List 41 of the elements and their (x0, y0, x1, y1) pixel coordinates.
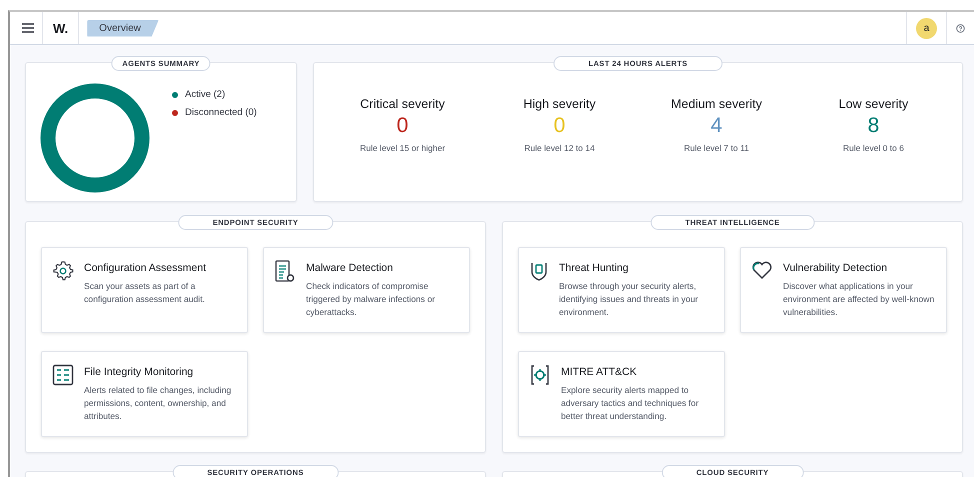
rule-level-text: Rule level 12 to 14 (524, 143, 595, 153)
module-card[interactable]: File Integrity Monitoring Alerts related to file changes, including permissions, content, ownership, and attributes. (41, 351, 248, 437)
card-title: Vulnerability Detection (783, 261, 888, 274)
module-card[interactable]: Vulnerability Detection Discover what applications in your environment are affected by well-known vulnerabilities. (740, 247, 947, 333)
severity-label: Low severity (838, 97, 908, 111)
rule-level-text: Rule level 15 or higher (360, 143, 446, 153)
legend-label: Active (2) (185, 89, 226, 100)
menu-icon[interactable] (22, 23, 34, 33)
breadcrumb[interactable]: Overview (87, 20, 159, 36)
logo[interactable]: W. (43, 20, 78, 36)
severity-label: Critical severity (360, 97, 445, 111)
module-card[interactable]: MITRE ATT&CK Explore security alerts mapped to adversary tactics and techniques for better threat understanding. (518, 351, 725, 437)
document-gear-icon (274, 260, 296, 284)
card-title: Threat Hunting (559, 261, 630, 274)
module-card[interactable]: Threat Hunting Browse through your security alerts, identifying issues and threats in your environment. (518, 247, 725, 333)
card-title: Malware Detection (306, 261, 394, 274)
shield-icon (529, 260, 549, 282)
list-icon (52, 364, 74, 386)
severity-label: High severity (523, 97, 596, 111)
module-card[interactable]: Configuration Assessment Scan your assets as part of a configuration assessment audit. (41, 247, 248, 333)
target-icon (529, 364, 551, 386)
severity-count[interactable]: 8 (868, 114, 880, 138)
rule-level-text: Rule level 7 to 11 (684, 143, 750, 153)
legend-label: Disconnected (0) (185, 107, 257, 118)
help-icon[interactable] (956, 24, 965, 32)
card-title: MITRE ATT&CK (561, 365, 638, 378)
module-card[interactable]: Malware Detection Check indicators of compromise triggered by malware infections or cyberattacks. (263, 247, 470, 333)
severity-count[interactable]: 0 (396, 114, 408, 138)
rule-level-text: Rule level 0 to 6 (843, 143, 904, 153)
avatar[interactable]: a (916, 18, 937, 38)
heart-icon (751, 260, 773, 280)
card-description: Explore security alerts mapped to adversary tactics and techniques for better threat understanding. (561, 384, 700, 423)
card-title: Configuration Assessment (84, 261, 207, 274)
card-description: Discover what applications in your environment are affected by well-known vulnerabilities. (783, 280, 936, 319)
card-title: File Integrity Monitoring (84, 365, 194, 378)
card-description: Browse through your security alerts, identifying issues and threats in your environment. (559, 280, 700, 319)
card-description: Check indicators of compromise triggered by malware infections or cyberattacks. (306, 280, 436, 319)
severity-label: Medium severity (671, 97, 762, 111)
gear-icon (52, 260, 74, 282)
card-description: Alerts related to file changes, including permissions, content, ownership, and attributes. (84, 384, 232, 423)
card-description: Scan your assets as part of a configuration assessment audit. (84, 280, 206, 306)
